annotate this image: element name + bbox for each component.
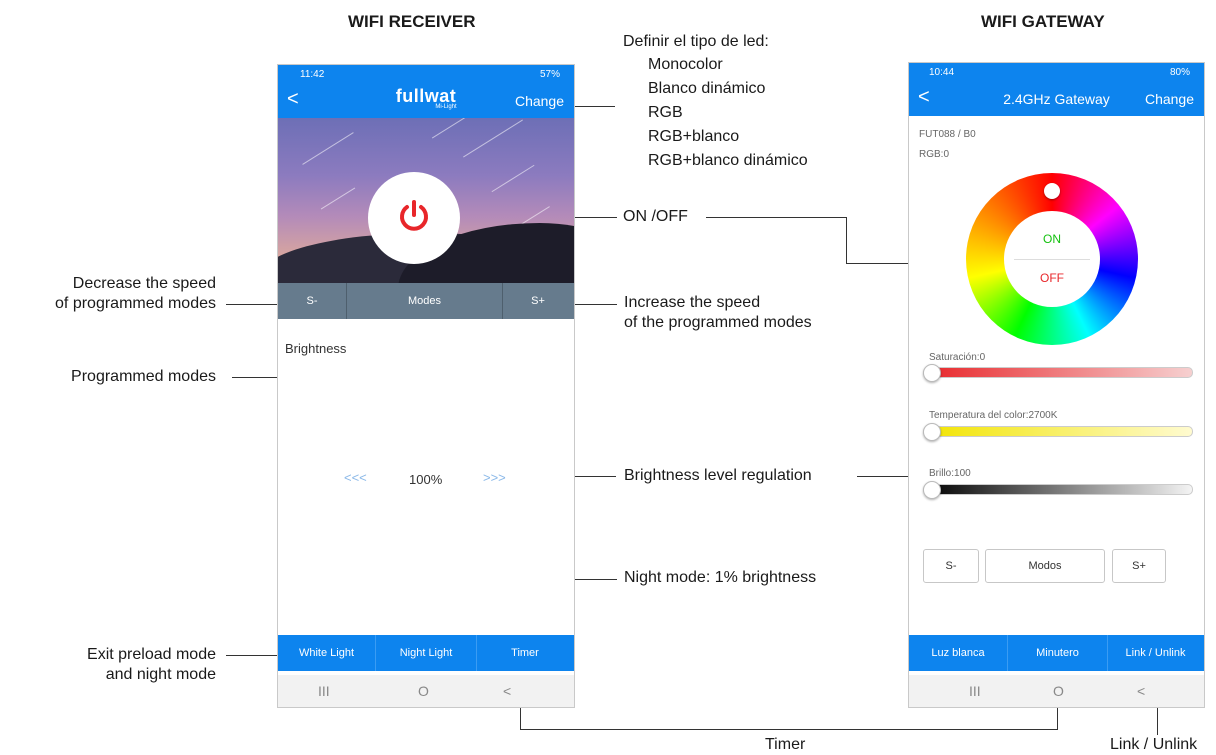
decrease-connector xyxy=(226,304,282,305)
gateway-bottom-bar: Luz blanca Minutero Link / Unlink xyxy=(909,635,1204,671)
nav-back-icon[interactable]: < xyxy=(503,683,511,699)
gateway-speed-decrease-button[interactable]: S- xyxy=(923,549,979,583)
led-type-title: Definir el tipo de led: xyxy=(623,33,769,50)
receiver-phone: 11:42 57% < fullwat Mi-Light Change S- M… xyxy=(277,64,575,708)
brightness-decrease-arrows[interactable]: <<< xyxy=(344,470,367,485)
on-off-divider xyxy=(1014,259,1090,260)
night-light-button[interactable]: Night Light xyxy=(375,635,477,671)
power-button[interactable] xyxy=(368,172,460,264)
brightness-value: 100% xyxy=(409,472,443,487)
saturation-label: Saturación:0 xyxy=(929,352,986,363)
brightness-regulation-label: Brightness level regulation xyxy=(624,467,812,484)
modes-button[interactable]: Modes xyxy=(346,283,503,319)
gateway-home-icon[interactable]: O xyxy=(1053,683,1064,699)
exit-preload-label-1: Exit preload mode xyxy=(87,646,216,663)
speed-decrease-button[interactable]: S- xyxy=(278,283,346,319)
night-sky-image xyxy=(278,118,574,283)
receiver-status-time: 11:42 xyxy=(300,69,325,80)
led-type-3: RGB xyxy=(648,104,683,121)
led-type-1: Monocolor xyxy=(648,56,723,73)
color-picker-knob[interactable] xyxy=(1044,183,1060,199)
receiver-status-battery: 57% xyxy=(539,69,560,80)
receiver-status-bar: 11:42 57% xyxy=(278,65,574,84)
device-id: FUT088 / B0 xyxy=(919,129,976,140)
led-type-5: RGB+blanco dinámico xyxy=(648,152,808,169)
brightness-increase-arrows[interactable]: >>> xyxy=(483,470,506,485)
on-off-connector-right-v xyxy=(846,217,847,263)
rgb-value: RGB:0 xyxy=(919,149,950,160)
decrease-speed-label-2: of programmed modes xyxy=(55,295,216,312)
off-button[interactable]: OFF xyxy=(1004,271,1100,285)
timer-button-es[interactable]: Minutero xyxy=(1007,635,1108,671)
temperature-knob[interactable] xyxy=(923,423,941,441)
on-off-connector-right-h xyxy=(706,217,847,218)
brightness-label: Brightness xyxy=(285,341,347,356)
temperature-slider[interactable] xyxy=(923,426,1193,437)
gateway-nav-back-icon[interactable]: < xyxy=(1137,683,1145,699)
recents-icon[interactable]: III xyxy=(318,683,330,699)
increase-speed-label-1: Increase the speed xyxy=(624,294,761,311)
on-off-label: ON /OFF xyxy=(623,208,688,225)
gateway-speed-increase-button[interactable]: S+ xyxy=(1112,549,1166,583)
white-light-button[interactable]: White Light xyxy=(278,635,375,671)
exit-preload-label-2: and night mode xyxy=(105,666,216,683)
gateway-phone: 10:44 80% < 2.4GHz Gateway Change FUT088… xyxy=(908,62,1205,708)
white-light-button-es[interactable]: Luz blanca xyxy=(909,635,1007,671)
link-unlink-button[interactable]: Link / Unlink xyxy=(1107,635,1204,671)
led-type-connector xyxy=(572,106,615,107)
led-type-4: RGB+blanco xyxy=(648,128,740,145)
power-icon xyxy=(400,200,428,231)
timer-connector-h xyxy=(520,729,1058,730)
color-wheel[interactable]: ON OFF xyxy=(966,173,1138,345)
modes-bar: S- Modes S+ xyxy=(278,283,574,319)
receiver-nav-bar: III O < xyxy=(278,675,574,707)
home-icon[interactable]: O xyxy=(418,683,429,699)
gateway-status-battery: 80% xyxy=(1169,67,1190,78)
receiver-bottom-bar: White Light Night Light Timer xyxy=(278,635,574,671)
gateway-app-bar: < 2.4GHz Gateway Change xyxy=(909,82,1204,116)
gateway-status-time: 10:44 xyxy=(929,67,955,78)
receiver-app-bar: < fullwat Mi-Light Change xyxy=(278,84,574,118)
change-button[interactable]: Change xyxy=(515,93,564,109)
led-type-connector-spacer xyxy=(614,40,615,107)
on-button[interactable]: ON xyxy=(1004,232,1100,246)
brightness-knob[interactable] xyxy=(923,481,941,499)
gateway-status-bar: 10:44 80% xyxy=(909,63,1204,82)
receiver-heading: WIFI RECEIVER xyxy=(348,12,476,31)
gateway-change-button[interactable]: Change xyxy=(1145,91,1194,107)
brightness-slider[interactable] xyxy=(923,484,1193,495)
brightness-slider-label: Brillo:100 xyxy=(929,468,971,479)
link-unlink-label: Link / Unlink xyxy=(1110,736,1198,753)
night-mode-label: Night mode: 1% brightness xyxy=(624,569,817,586)
increase-speed-label-2: of the programmed modes xyxy=(624,314,812,331)
timer-button[interactable]: Timer xyxy=(476,635,574,671)
speed-increase-button[interactable]: S+ xyxy=(502,283,574,319)
gateway-modes-button[interactable]: Modos xyxy=(985,549,1105,583)
on-off-center: ON OFF xyxy=(1004,211,1100,307)
led-type-2: Blanco dinámico xyxy=(648,80,766,97)
timer-label: Timer xyxy=(765,736,806,753)
gateway-nav-bar: III O < xyxy=(909,675,1204,707)
gateway-recents-icon[interactable]: III xyxy=(969,683,981,699)
decrease-speed-label-1: Decrease the speed xyxy=(72,275,216,292)
saturation-knob[interactable] xyxy=(923,364,941,382)
programmed-modes-label: Programmed modes xyxy=(71,368,216,385)
temperature-label: Temperatura del color:2700K xyxy=(929,410,1058,421)
saturation-slider[interactable] xyxy=(923,367,1193,378)
gateway-heading: WIFI GATEWAY xyxy=(981,12,1105,31)
